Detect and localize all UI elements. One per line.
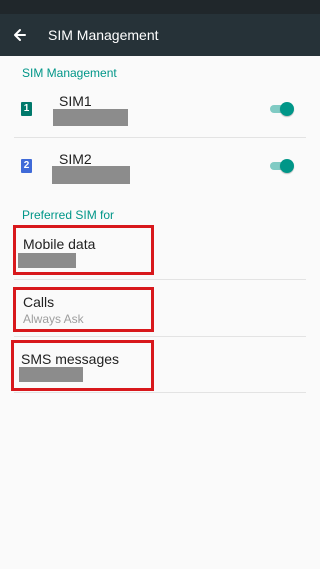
pref-label: SMS messages	[21, 351, 120, 367]
redacted-value	[19, 367, 83, 382]
sim-name: SIM2	[59, 151, 92, 167]
back-arrow-icon[interactable]	[10, 25, 30, 45]
section-header-sim-management: SIM Management	[22, 66, 117, 80]
app-bar: SIM Management	[0, 14, 320, 56]
sim-name: SIM1	[59, 93, 92, 109]
pref-calls[interactable]: Calls Always Ask	[13, 287, 154, 332]
pref-label: Calls	[23, 294, 55, 310]
redacted-value	[18, 253, 76, 268]
pref-sms-messages[interactable]: SMS messages	[11, 340, 154, 391]
sim-card-1-icon: 1	[21, 102, 32, 116]
sim-card-2-icon: 2	[21, 159, 32, 173]
pref-label: Mobile data	[23, 236, 96, 252]
divider	[14, 336, 306, 337]
toggle-thumb	[280, 159, 294, 173]
divider	[14, 279, 306, 280]
status-bar	[0, 0, 320, 14]
section-header-preferred-sim: Preferred SIM for	[22, 208, 115, 222]
page-title: SIM Management	[48, 27, 159, 43]
pref-value: Always Ask	[23, 312, 84, 326]
divider	[14, 137, 306, 138]
redacted-sim-info	[52, 166, 130, 184]
redacted-sim-info	[53, 109, 128, 126]
divider	[14, 392, 306, 393]
sim2-toggle[interactable]	[270, 159, 294, 173]
pref-mobile-data[interactable]: Mobile data	[13, 225, 154, 275]
sim1-toggle[interactable]	[270, 102, 294, 116]
toggle-thumb	[280, 102, 294, 116]
sim-row-sim2[interactable]: 2 SIM2	[0, 142, 320, 204]
